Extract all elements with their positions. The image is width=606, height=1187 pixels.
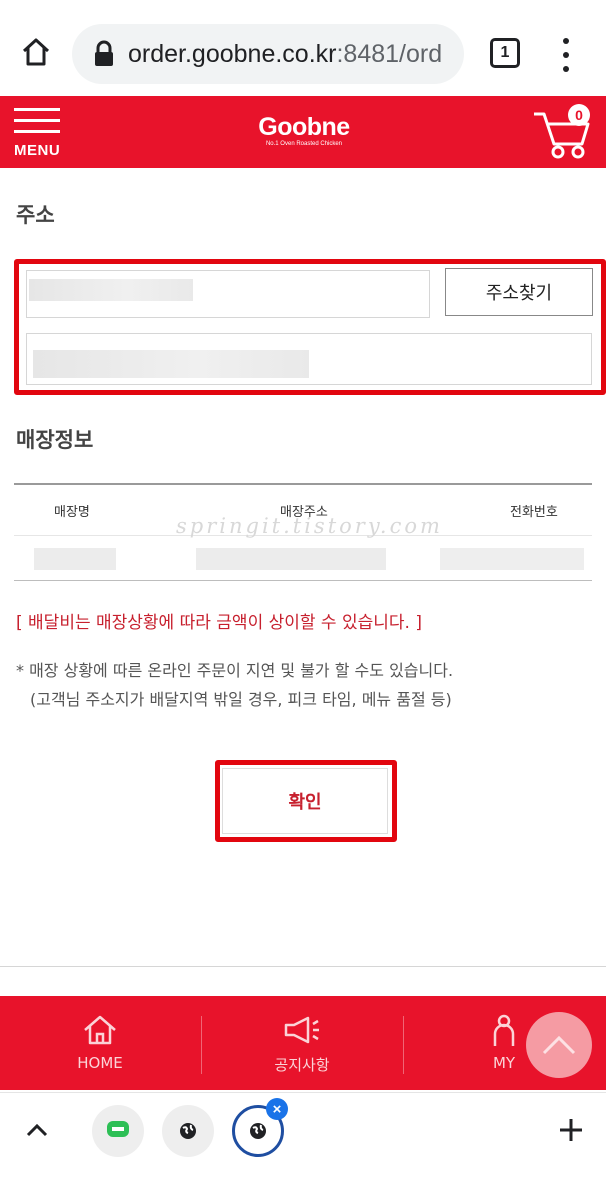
logo-tagline: No.1 Oven Roasted Chicken	[265, 141, 343, 147]
menu-label: MENU	[14, 142, 61, 159]
globe-icon	[250, 1123, 266, 1139]
browser-bottom-toolbar	[0, 1092, 606, 1187]
home-icon	[22, 38, 50, 66]
logo-text: Goobne	[258, 113, 350, 141]
plus-icon[interactable]	[556, 1115, 586, 1145]
delay-note: * 매장 상황에 따른 온라인 주문이 지연 및 불가 할 수도 있습니다.	[16, 661, 454, 680]
person-icon	[493, 1014, 515, 1046]
column-header-store-name: 매장명	[54, 505, 90, 520]
store-info-title: 매장정보	[16, 428, 94, 452]
megaphone-icon	[284, 1016, 319, 1044]
goobne-logo[interactable]: Goobne No.1 Oven Roasted Chicken	[254, 114, 354, 148]
redacted-address	[29, 279, 193, 301]
tab-line-app[interactable]	[92, 1105, 144, 1157]
column-header-phone: 전화번호	[510, 505, 558, 520]
delay-note-detail: (고객님 주소지가 배달지역 밖일 경우, 피크 타임, 메뉴 품절 등)	[30, 690, 452, 709]
find-address-button[interactable]: 주소찾기	[445, 268, 593, 316]
content-divider	[0, 966, 606, 967]
hamburger-icon	[14, 108, 60, 111]
close-tab-icon[interactable]: ×	[266, 1098, 288, 1120]
browser-home-button[interactable]	[14, 30, 58, 74]
browser-url-bar: order.goobne.co.kr:8481/ord 1	[0, 0, 606, 96]
watermark: springit.tistory.com	[176, 514, 443, 538]
address-bar[interactable]: order.goobne.co.kr:8481/ord	[72, 24, 464, 84]
more-menu-icon[interactable]	[556, 38, 576, 72]
tab-switcher-button[interactable]: 1	[490, 38, 520, 68]
chevron-up-icon[interactable]	[22, 1115, 52, 1145]
address-field[interactable]	[26, 270, 430, 318]
confirm-button[interactable]: 확인	[222, 768, 388, 834]
nav-home[interactable]: HOME	[0, 996, 200, 1090]
address-section-title: 주소	[16, 203, 55, 227]
site-header: MENU Goobne No.1 Oven Roasted Chicken	[0, 96, 606, 168]
scroll-top-button[interactable]	[526, 1012, 592, 1078]
globe-icon	[180, 1123, 196, 1139]
line-chat-icon	[107, 1121, 129, 1137]
menu-button[interactable]: MENU	[14, 108, 62, 160]
redacted-store-address	[196, 548, 386, 570]
lock-icon	[95, 40, 113, 66]
redacted-store-phone	[440, 548, 584, 570]
nav-notice[interactable]: 공지사항	[202, 996, 402, 1090]
nav-home-label: HOME	[77, 1054, 123, 1072]
table-row	[14, 535, 592, 581]
nav-notice-label: 공지사항	[274, 1056, 330, 1074]
url-path: :8481/ord	[336, 39, 443, 68]
home-icon	[84, 1015, 116, 1045]
cart-count-badge: 0	[568, 104, 590, 126]
redacted-store-name	[34, 548, 116, 570]
url-text: order.goobne.co.kr:8481/ord	[128, 40, 442, 69]
address-detail-field[interactable]	[26, 333, 592, 385]
url-host: order.goobne.co.kr	[128, 39, 337, 68]
delivery-fee-notice: [ 배달비는 매장상황에 따라 금액이 상이할 수 있습니다. ]	[16, 613, 422, 633]
redacted-address-detail	[33, 350, 309, 378]
tab-website[interactable]	[162, 1105, 214, 1157]
chevron-up-icon	[542, 1035, 576, 1055]
bottom-nav: HOME 공지사항 MY	[0, 996, 606, 1090]
